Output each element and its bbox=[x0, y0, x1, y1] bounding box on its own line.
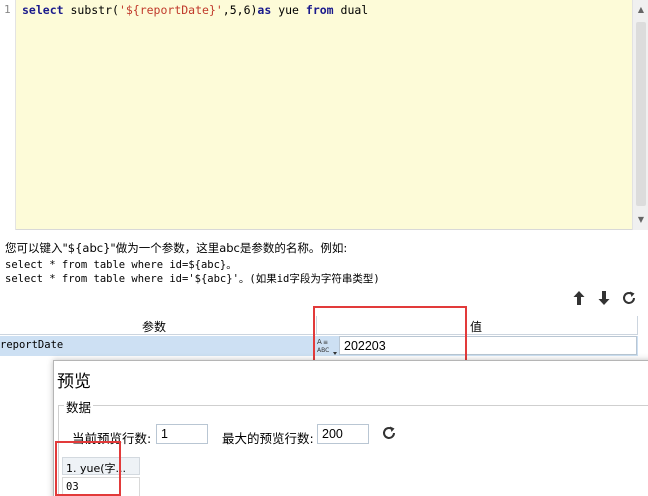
value-column-header[interactable]: 值 bbox=[470, 318, 482, 335]
param-column-header[interactable]: 参数 bbox=[142, 318, 166, 335]
preview-dialog: 预览 数据 当前预览行数: 1 最大的预览行数: 200 1. yue(字...… bbox=[53, 360, 648, 496]
editor-vertical-scrollbar[interactable]: ▲ ▼ bbox=[632, 0, 648, 230]
data-group-label: 数据 bbox=[64, 397, 94, 416]
sql-table-name: dual bbox=[333, 3, 369, 17]
param-name: reportDate bbox=[0, 339, 64, 351]
parameter-hint-text: 您可以键入"${abc}"做为一个参数，这里abc是参数的名称。例如: bbox=[5, 241, 348, 255]
sql-function-call: substr( bbox=[63, 3, 119, 17]
refresh-icon[interactable] bbox=[619, 290, 639, 310]
line-number: 1 bbox=[4, 3, 11, 16]
scrollbar-thumb[interactable] bbox=[636, 22, 646, 206]
arrow-down-icon[interactable] bbox=[594, 290, 614, 310]
sql-keyword-from: from bbox=[305, 3, 334, 17]
sql-string-literal: '${reportDate}' bbox=[118, 3, 223, 17]
preview-title: 预览 bbox=[57, 372, 91, 392]
arrow-up-icon[interactable] bbox=[569, 290, 589, 310]
current-rows-input[interactable]: 1 bbox=[156, 424, 208, 444]
max-rows-input[interactable]: 200 bbox=[317, 424, 369, 444]
sql-function-args: ,5,6) bbox=[222, 3, 258, 17]
refresh-icon[interactable] bbox=[380, 425, 398, 443]
data-group-box bbox=[58, 405, 648, 496]
parameter-example-2: select * from table where id='${abc}'。(如… bbox=[5, 273, 380, 285]
line-number-gutter: 1 bbox=[0, 0, 16, 230]
annotation-highlight-box bbox=[313, 306, 467, 365]
sql-code-line[interactable]: select substr('${reportDate}',5,6)as yue… bbox=[22, 3, 368, 17]
sql-alias: yue bbox=[271, 3, 306, 17]
sql-keyword-as: as bbox=[257, 3, 272, 17]
annotation-highlight-box bbox=[55, 441, 121, 496]
max-rows-label: 最大的预览行数: bbox=[222, 431, 314, 446]
parameter-example-1: select * from table where id=${abc}。 bbox=[5, 259, 237, 271]
sql-keyword-select: select bbox=[22, 3, 64, 17]
scroll-down-icon[interactable]: ▼ bbox=[633, 212, 648, 228]
column-divider[interactable] bbox=[637, 316, 638, 335]
scroll-up-icon[interactable]: ▲ bbox=[633, 2, 648, 18]
sql-editor[interactable]: 1 select substr('${reportDate}',5,6)as y… bbox=[0, 0, 648, 230]
